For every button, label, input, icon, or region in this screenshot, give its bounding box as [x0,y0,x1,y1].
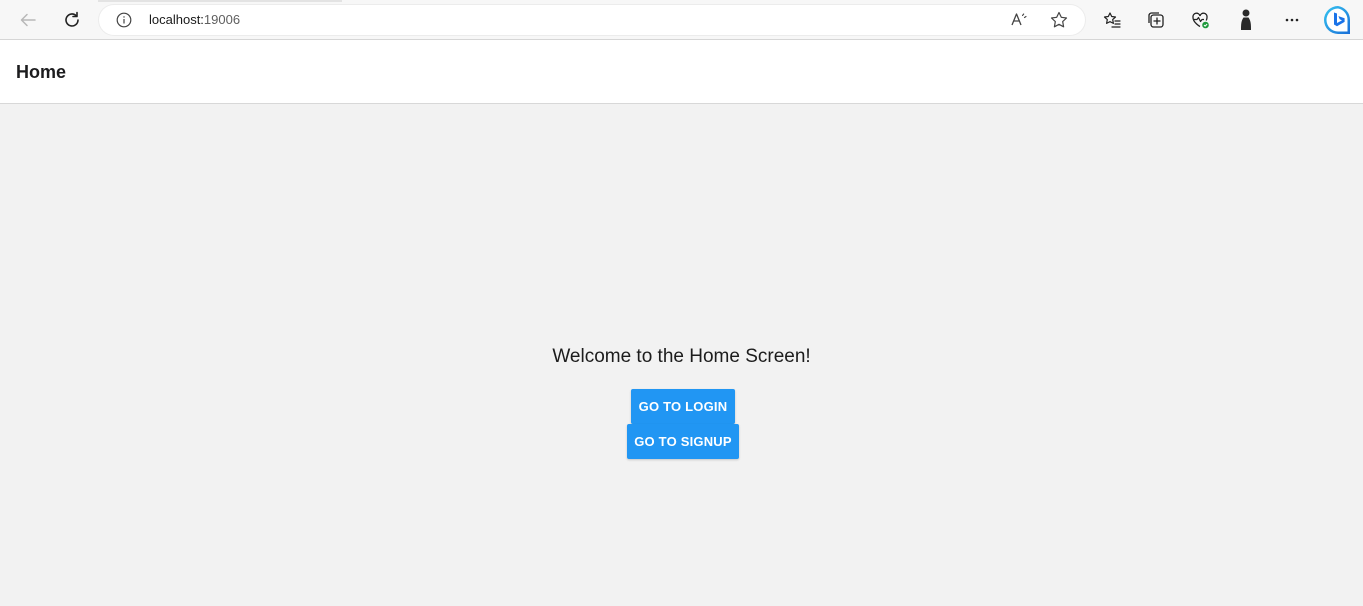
browser-toolbar: localhost:19006 [0,0,1363,40]
address-bar[interactable]: localhost:19006 [99,5,1085,35]
go-to-signup-button[interactable]: GO TO SIGNUP [627,424,739,459]
site-info-icon[interactable] [116,12,132,28]
read-aloud-icon [1011,13,1027,26]
welcome-text: Welcome to the Home Screen! [552,346,811,367]
refresh-icon [65,11,79,27]
collections-button[interactable] [1144,8,1168,32]
profile-button[interactable] [1234,8,1258,32]
favorite-star-icon [1050,11,1068,28]
back-arrow-icon [20,13,36,27]
profile-icon [1241,9,1251,30]
url-port: 19006 [203,12,241,27]
go-to-login-button[interactable]: GO TO LOGIN [631,389,735,424]
favorites-button[interactable] [1100,8,1124,32]
browser-essentials-button[interactable] [1188,8,1212,32]
more-options-button[interactable] [1280,8,1304,32]
home-screen: Welcome to the Home Screen! GO TO LOGIN … [0,104,1363,606]
more-options-icon [1285,18,1299,22]
app-header: Home [0,40,1363,104]
url-text[interactable]: localhost:19006 [149,5,240,35]
collections-icon [1148,12,1164,28]
bing-chat-button[interactable] [1322,4,1354,36]
read-aloud-button[interactable] [1009,10,1029,30]
refresh-button[interactable] [58,6,86,34]
url-host: localhost: [149,12,204,27]
favorite-button[interactable] [1049,10,1069,30]
bing-chat-icon [1324,6,1351,34]
browser-essentials-icon [1192,12,1209,29]
favorites-list-icon [1103,12,1121,28]
tab-strip-edge [98,0,342,2]
back-button[interactable] [14,6,42,34]
header-title: Home [16,62,67,82]
